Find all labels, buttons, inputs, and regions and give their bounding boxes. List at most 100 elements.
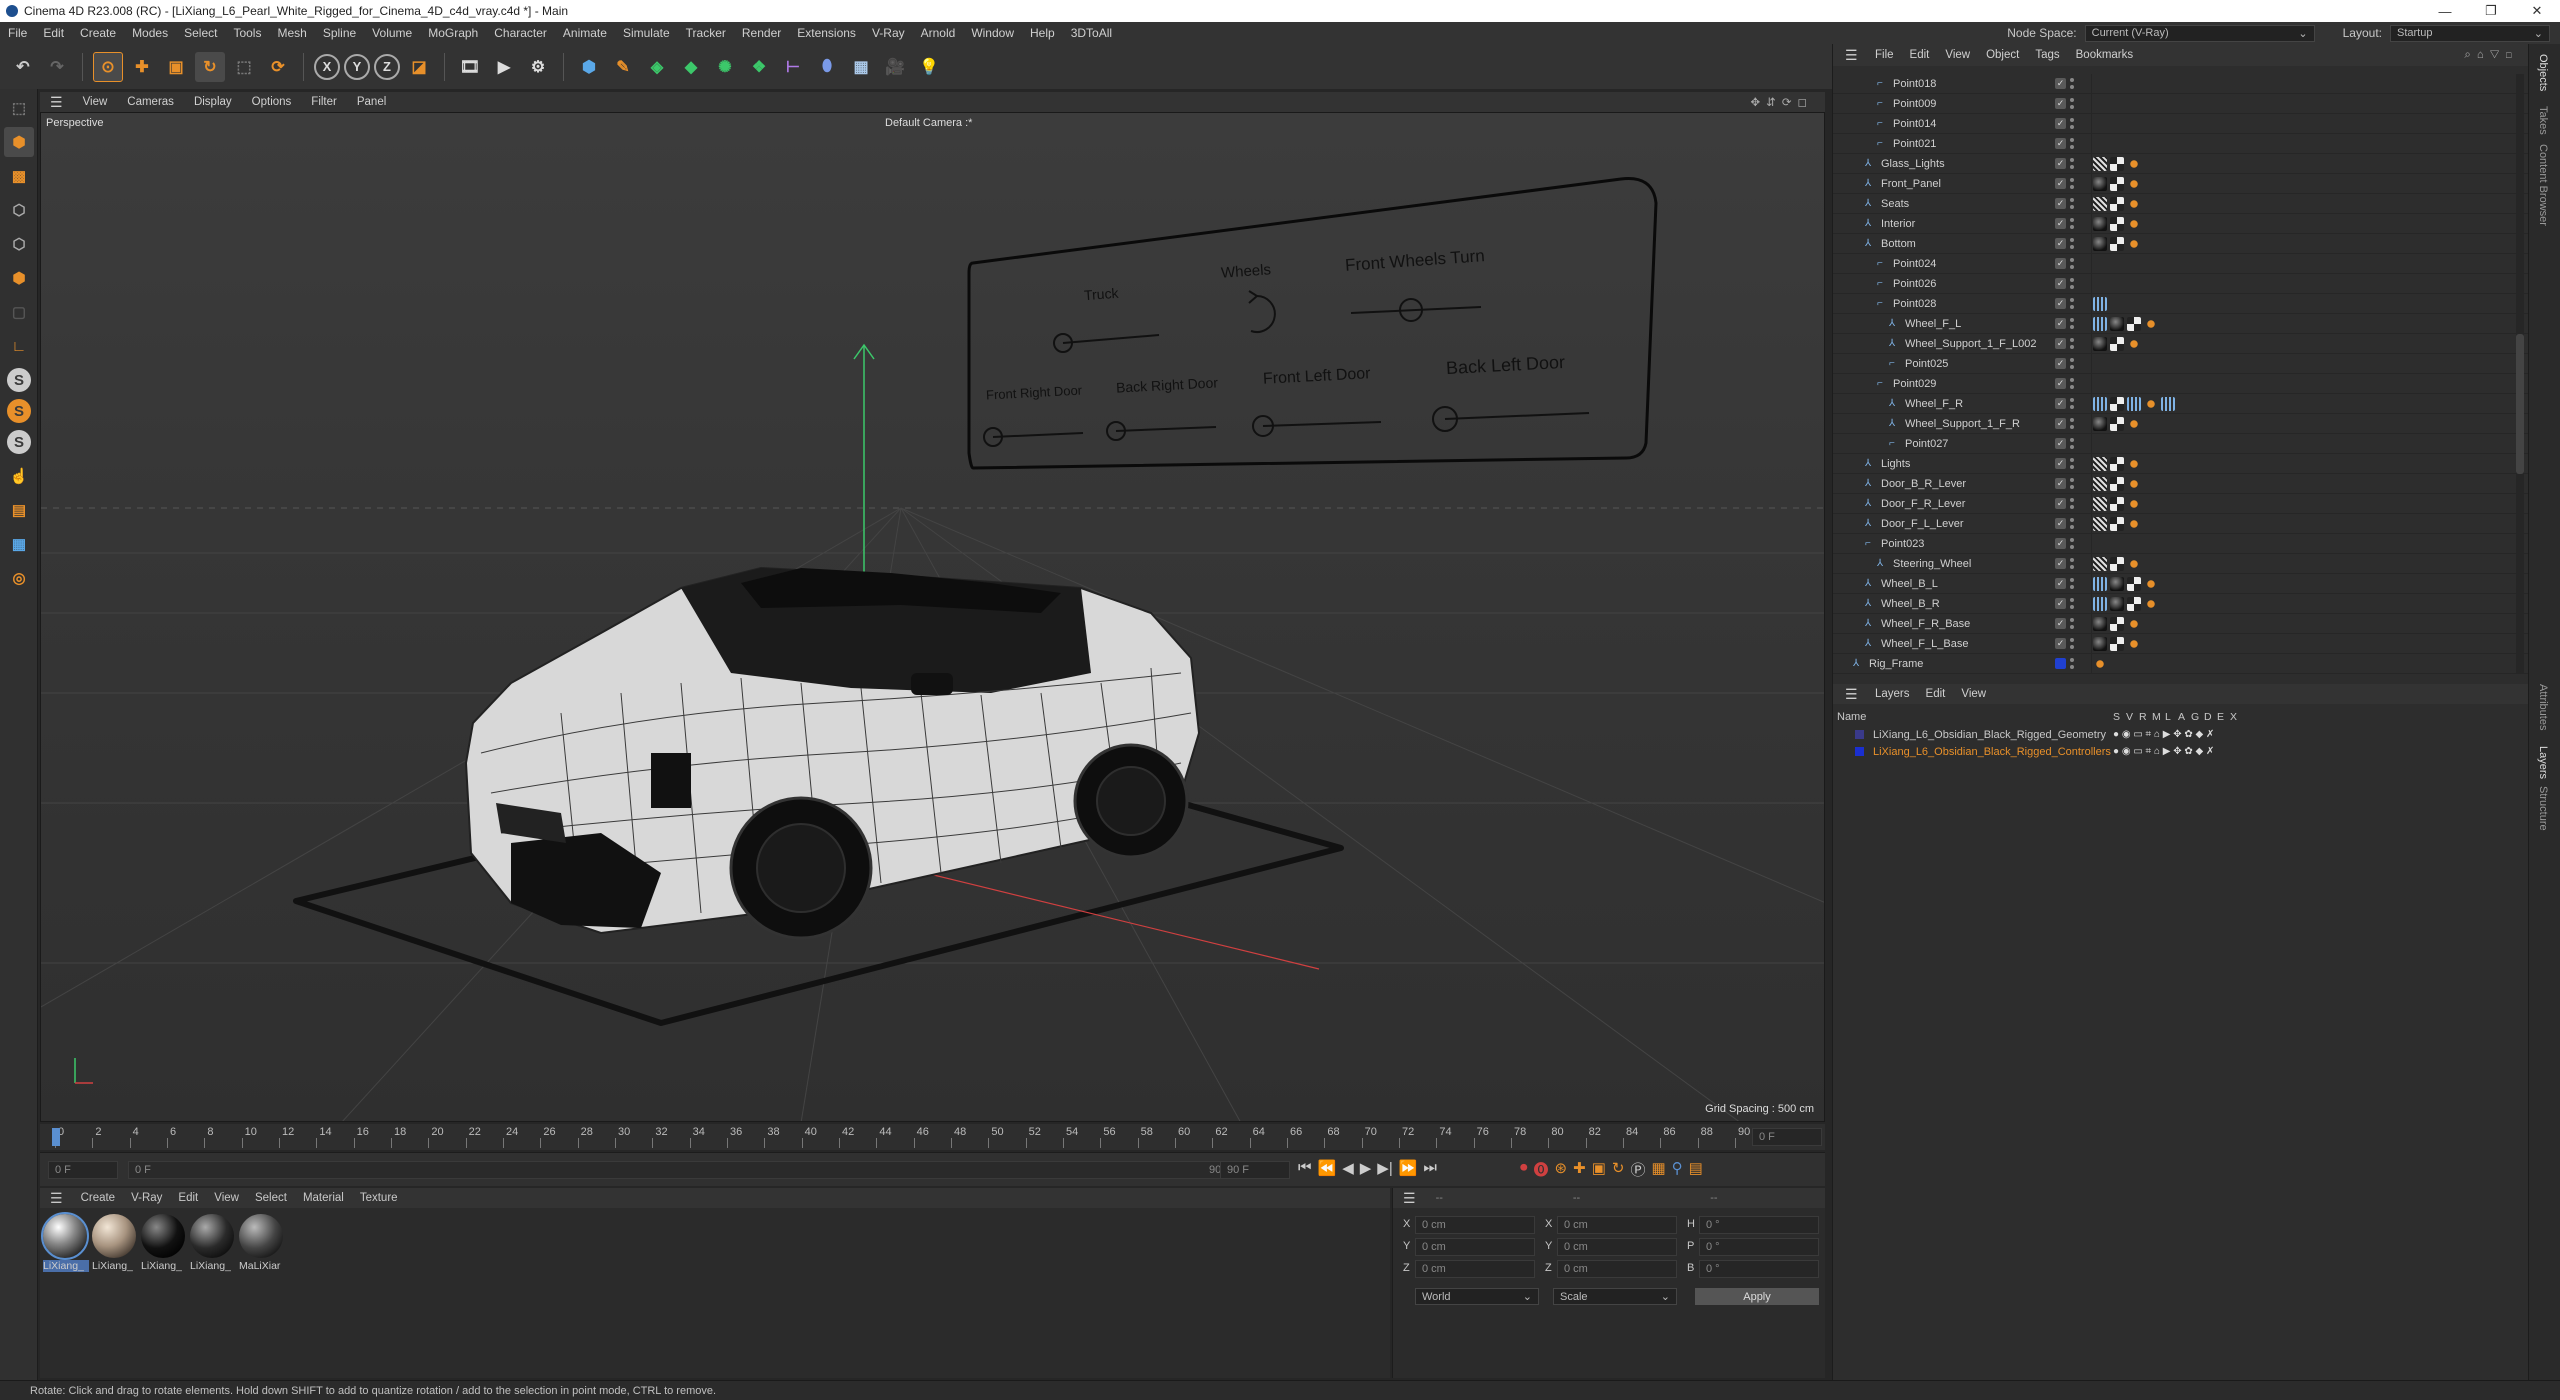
redo-icon[interactable]: ↷	[42, 52, 72, 82]
enable-checkbox[interactable]: ✓	[2055, 358, 2066, 369]
wire-tag-icon[interactable]	[2093, 556, 2107, 571]
object-row[interactable]: ⌐ Point029 ✓	[1833, 374, 2529, 394]
camera-icon[interactable]: 🎥	[880, 52, 910, 82]
hamburger-icon[interactable]: ☰	[1837, 47, 1866, 64]
enable-checkbox[interactable]: ✓	[2055, 318, 2066, 329]
menu-tools[interactable]: Tools	[225, 26, 269, 40]
3d-viewport[interactable]: Perspective Default Camera :* Truck Whee…	[40, 112, 1825, 1122]
model-mode-icon[interactable]: ⬢	[4, 127, 34, 157]
hamburger-icon[interactable]: ☰	[40, 1190, 73, 1207]
prev-key-icon[interactable]: ⏪	[1318, 1159, 1337, 1177]
enable-checkbox[interactable]: ✓	[2055, 198, 2066, 209]
object-row[interactable]: ⅄ Wheel_F_R ✓	[1833, 394, 2529, 414]
hamburger-icon[interactable]: ☰	[1837, 686, 1866, 703]
enable-checkbox[interactable]: ✓	[2055, 418, 2066, 429]
check-tag-icon[interactable]	[2127, 316, 2141, 331]
enable-checkbox[interactable]: ✓	[2055, 498, 2066, 509]
menu-create[interactable]: Create	[72, 26, 124, 40]
enable-checkbox[interactable]: ✓	[2055, 158, 2066, 169]
enable-checkbox[interactable]: ✓	[2055, 278, 2066, 289]
wire-tag-icon[interactable]	[2093, 496, 2107, 511]
object-row[interactable]: ⌐ Point026 ✓	[1833, 274, 2529, 294]
viewport-nav-icons[interactable]: ✥⇵⟳◻	[1751, 95, 1813, 109]
coordinate-system-icon[interactable]: ◪	[404, 52, 434, 82]
ball-tag-icon[interactable]	[2110, 596, 2124, 611]
org-tag-icon[interactable]	[2144, 576, 2158, 591]
visibility-dots-icon[interactable]	[2070, 358, 2074, 369]
render-settings-icon[interactable]: ⚙	[523, 52, 553, 82]
org-tag-icon[interactable]	[2127, 516, 2141, 531]
uv-mode-icon[interactable]: ▢	[4, 297, 34, 327]
wire-tag-icon[interactable]	[2093, 156, 2107, 171]
obj-menu-bookmarks[interactable]: Bookmarks	[2068, 49, 2142, 61]
live-selection-icon[interactable]: ⬚	[229, 52, 259, 82]
object-row[interactable]: ⌐ Point027 ✓	[1833, 434, 2529, 454]
maximize-button[interactable]: ❐	[2468, 0, 2514, 22]
layer-row[interactable]: LiXiang_L6_Obsidian_Black_Rigged_Control…	[1833, 743, 2528, 760]
enable-checkbox[interactable]: ✓	[2055, 618, 2066, 629]
search-icon[interactable]: ⌕⌂▽◻	[2464, 49, 2518, 62]
enable-checkbox[interactable]: ✓	[2055, 338, 2066, 349]
visibility-dots-icon[interactable]	[2070, 458, 2074, 469]
hamburger-icon[interactable]: ☰	[40, 94, 73, 111]
rig-tag-icon[interactable]	[2093, 296, 2107, 311]
ball-tag-icon[interactable]	[2093, 416, 2107, 431]
key-scale-icon[interactable]: ▣	[1592, 1159, 1606, 1180]
enable-checkbox[interactable]: ✓	[2055, 438, 2066, 449]
rot-p-field[interactable]: 0 °	[1699, 1238, 1819, 1256]
visibility-dots-icon[interactable]	[2070, 278, 2074, 289]
menu-animate[interactable]: Animate	[555, 26, 615, 40]
org-tag-icon[interactable]	[2127, 216, 2141, 231]
layer-row[interactable]: LiXiang_L6_Obsidian_Black_Rigged_Geometr…	[1833, 726, 2528, 743]
ball-tag-icon[interactable]	[2093, 176, 2107, 191]
mat-menu-select[interactable]: Select	[247, 1192, 295, 1204]
obj-menu-view[interactable]: View	[1937, 49, 1978, 61]
enable-checkbox[interactable]: ✓	[2055, 178, 2066, 189]
material-swatch[interactable]	[141, 1214, 185, 1258]
object-row[interactable]: ⌐ Point018 ✓	[1833, 74, 2529, 94]
object-row[interactable]: ⅄ Seats ✓	[1833, 194, 2529, 214]
object-row[interactable]: ⅄ Glass_Lights ✓	[1833, 154, 2529, 174]
material-swatch[interactable]	[92, 1214, 136, 1258]
rig-tag-icon[interactable]	[2127, 396, 2141, 411]
keyframe-selection-icon[interactable]: ⊛	[1555, 1159, 1568, 1180]
enable-checkbox[interactable]	[2055, 658, 2066, 669]
object-row[interactable]: ⅄ Front_Panel ✓	[1833, 174, 2529, 194]
object-row[interactable]: ⌐ Point023 ✓	[1833, 534, 2529, 554]
layer-menu-layers[interactable]: Layers	[1867, 688, 1918, 700]
visibility-dots-icon[interactable]	[2070, 378, 2074, 389]
check-tag-icon[interactable]	[2110, 336, 2124, 351]
mat-menu-edit[interactable]: Edit	[170, 1192, 206, 1204]
object-row[interactable]: ⅄ Steering_Wheel ✓	[1833, 554, 2529, 574]
enable-checkbox[interactable]: ✓	[2055, 578, 2066, 589]
scrollbar[interactable]	[2516, 74, 2524, 674]
wire-tag-icon[interactable]	[2093, 516, 2107, 531]
enable-checkbox[interactable]: ✓	[2055, 98, 2066, 109]
enable-checkbox[interactable]: ✓	[2055, 398, 2066, 409]
workplane-icon[interactable]: ▤	[4, 495, 34, 525]
menu-mograph[interactable]: MoGraph	[420, 26, 486, 40]
field-icon[interactable]: ⊢	[778, 52, 808, 82]
object-row[interactable]: ⌐ Point014 ✓	[1833, 114, 2529, 134]
visibility-dots-icon[interactable]	[2070, 138, 2074, 149]
visibility-dots-icon[interactable]	[2070, 258, 2074, 269]
visibility-dots-icon[interactable]	[2070, 538, 2074, 549]
ball-tag-icon[interactable]	[2093, 236, 2107, 251]
size-z-field[interactable]: 0 cm	[1557, 1260, 1677, 1278]
visibility-dots-icon[interactable]	[2070, 478, 2074, 489]
size-y-field[interactable]: 0 cm	[1557, 1238, 1677, 1256]
pos-x-field[interactable]: 0 cm	[1415, 1216, 1535, 1234]
org-tag-icon[interactable]	[2127, 156, 2141, 171]
enable-checkbox[interactable]: ✓	[2055, 378, 2066, 389]
check-tag-icon[interactable]	[2110, 476, 2124, 491]
mograph-icon[interactable]: ❖	[744, 52, 774, 82]
ball-tag-icon[interactable]	[2110, 576, 2124, 591]
record-icon[interactable]: ⏺	[1520, 1159, 1528, 1180]
mat-menu-vray[interactable]: V-Ray	[123, 1192, 170, 1204]
menu-tracker[interactable]: Tracker	[678, 26, 734, 40]
visibility-dots-icon[interactable]	[2070, 658, 2074, 669]
check-tag-icon[interactable]	[2110, 616, 2124, 631]
visibility-dots-icon[interactable]	[2070, 598, 2074, 609]
key-position-icon[interactable]: ✚	[1573, 1159, 1586, 1180]
menu-extensions[interactable]: Extensions	[789, 26, 864, 40]
